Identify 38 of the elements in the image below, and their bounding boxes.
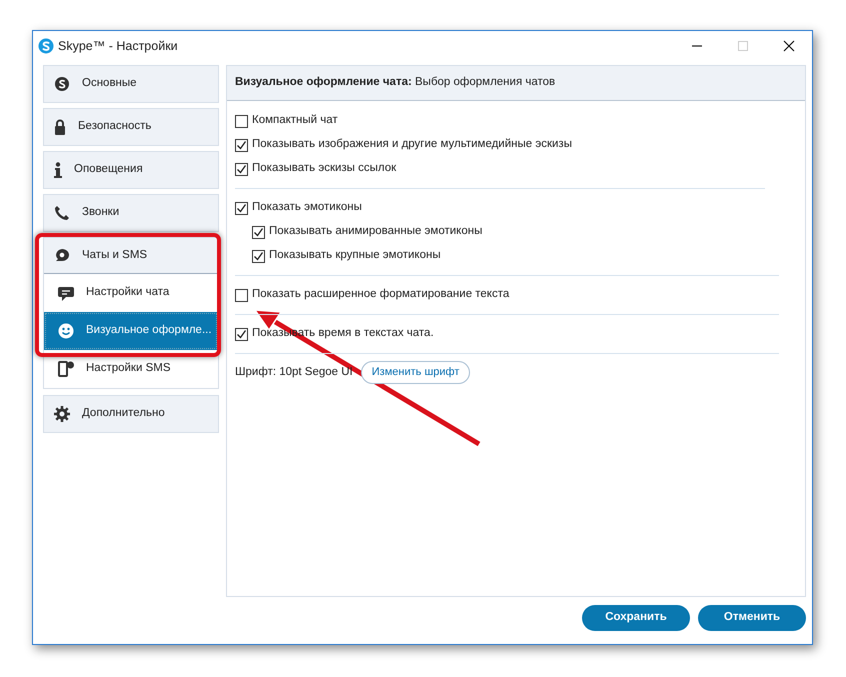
sidebar-item[interactable]: Оповещения: [43, 151, 219, 189]
panel-heading: Визуальное оформление чата: Выбор оформления чатов: [235, 75, 556, 90]
checkbox[interactable]: [252, 250, 265, 262]
change-font-button[interactable]: Изменить шрифт: [360, 361, 470, 384]
checkbox-label: Показывать изображения и другие мультимедийные эскизы: [252, 137, 572, 152]
window-title: Skype™ - Настройки: [58, 38, 178, 55]
phone-icon: [54, 205, 70, 221]
checkbox-label: Компактный чат: [252, 113, 338, 128]
checkbox[interactable]: [235, 162, 248, 176]
save-button[interactable]: Сохранить: [582, 605, 690, 631]
checkbox[interactable]: [235, 202, 248, 214]
app-logo-icon: [54, 76, 70, 92]
gear-icon: [54, 406, 70, 422]
checkbox[interactable]: [235, 138, 248, 152]
chat-bubble-icon: [58, 286, 74, 300]
lock-icon: [54, 119, 66, 135]
checkbox[interactable]: [252, 226, 265, 238]
sidebar-item[interactable]: Дополнительно: [43, 395, 219, 433]
app-logo-icon: [38, 38, 54, 54]
sidebar-item[interactable]: Чаты и SMS: [44, 238, 218, 274]
cancel-button[interactable]: Отменить: [698, 605, 806, 631]
sidebar-subitem[interactable]: Визуальное оформле...: [44, 312, 218, 350]
checkbox-label: Показывать эскизы ссылок: [252, 161, 396, 176]
checkbox[interactable]: [235, 114, 248, 128]
sidebar-item[interactable]: Безопасность: [43, 108, 219, 146]
checkbox[interactable]: [235, 288, 248, 302]
smiley-icon: [58, 323, 74, 339]
info-icon: [54, 162, 62, 178]
font-label: Шрифт: 10pt Segoe UI: [235, 364, 353, 380]
checkbox-label: Показывать анимированные эмотиконы: [269, 224, 482, 240]
checkbox-label: Показать расширенное форматирование текста: [252, 287, 510, 302]
checkbox-label: Показывать крупные эмотиконы: [269, 248, 441, 264]
phone-icon: [58, 361, 74, 377]
chat-bubble-icon: [54, 248, 70, 264]
checkbox-label: Показать эмотиконы: [252, 200, 362, 216]
sidebar-item[interactable]: Основные: [43, 65, 219, 103]
checkbox[interactable]: [235, 328, 248, 340]
sidebar-item[interactable]: Звонки: [43, 194, 219, 232]
